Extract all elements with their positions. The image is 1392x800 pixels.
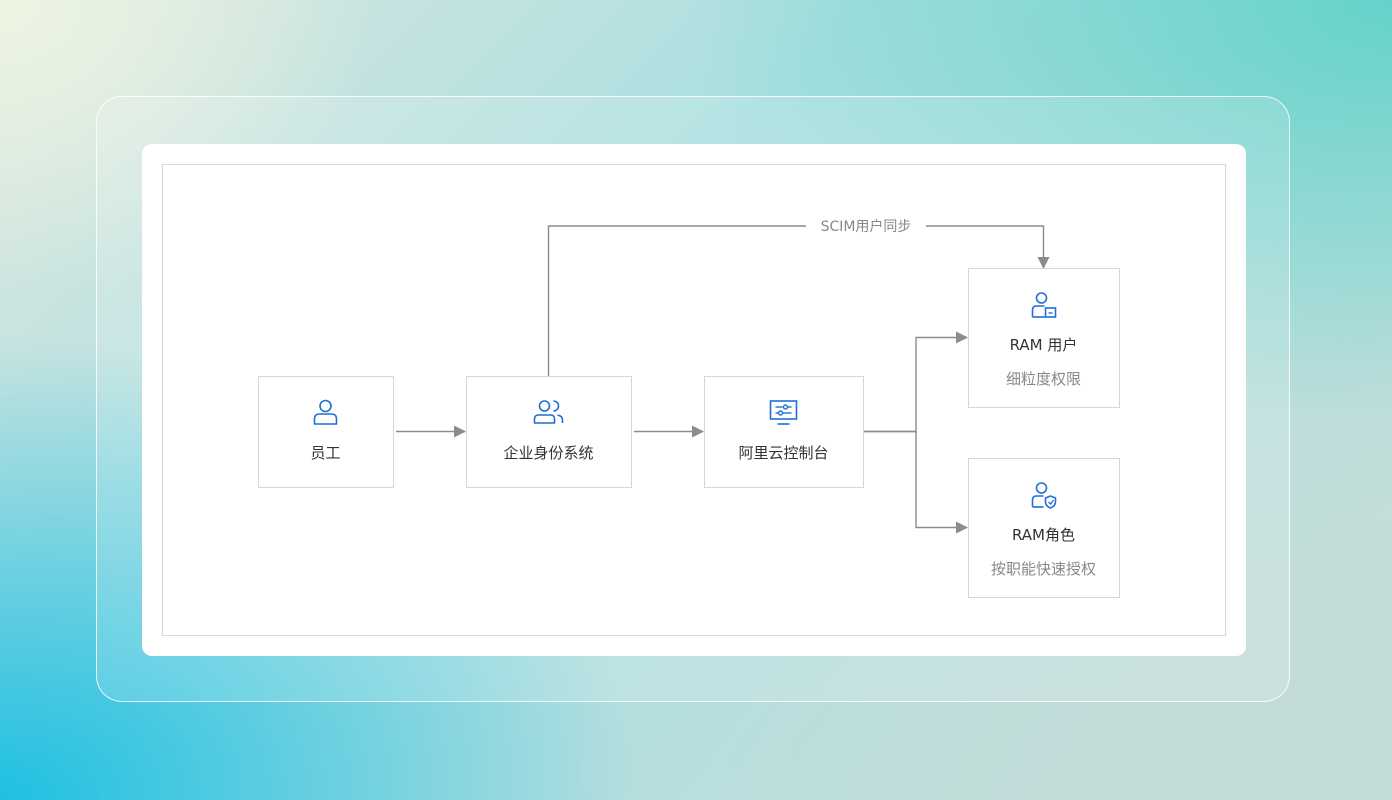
edge-label: SCIM用户同步 [821,218,912,235]
node-ram-role: RAM角色按职能快速授权 [968,458,1120,598]
architecture-diagram: SCIM用户同步 员工 企业身份系统 阿里云控制台 RAM 用户细粒度权限 RAM角色按… [162,164,1226,636]
node-subtitle: 细粒度权限 [1006,370,1081,388]
edge-line [863,331,968,433]
node-console: 阿里云控制台 [704,376,864,488]
node-label: 企业身份系统 [503,444,593,462]
node-subtitle: 按职能快速授权 [991,560,1096,578]
edge-console-to-ram-user [863,331,968,433]
node-box [704,376,864,488]
node-label: 阿里云控制台 [738,444,828,462]
node-employee: 员工 [258,376,394,488]
node-box [258,376,394,488]
node-label: RAM角色 [1012,526,1075,544]
node-label: 员工 [310,444,340,462]
edge-console-to-ram-role [863,430,968,534]
node-ram-user: RAM 用户细粒度权限 [968,268,1120,408]
node-idp: 企业身份系统 [466,376,632,488]
node-box [466,376,632,488]
node-label: RAM 用户 [1010,336,1078,354]
edge-line [863,430,968,534]
